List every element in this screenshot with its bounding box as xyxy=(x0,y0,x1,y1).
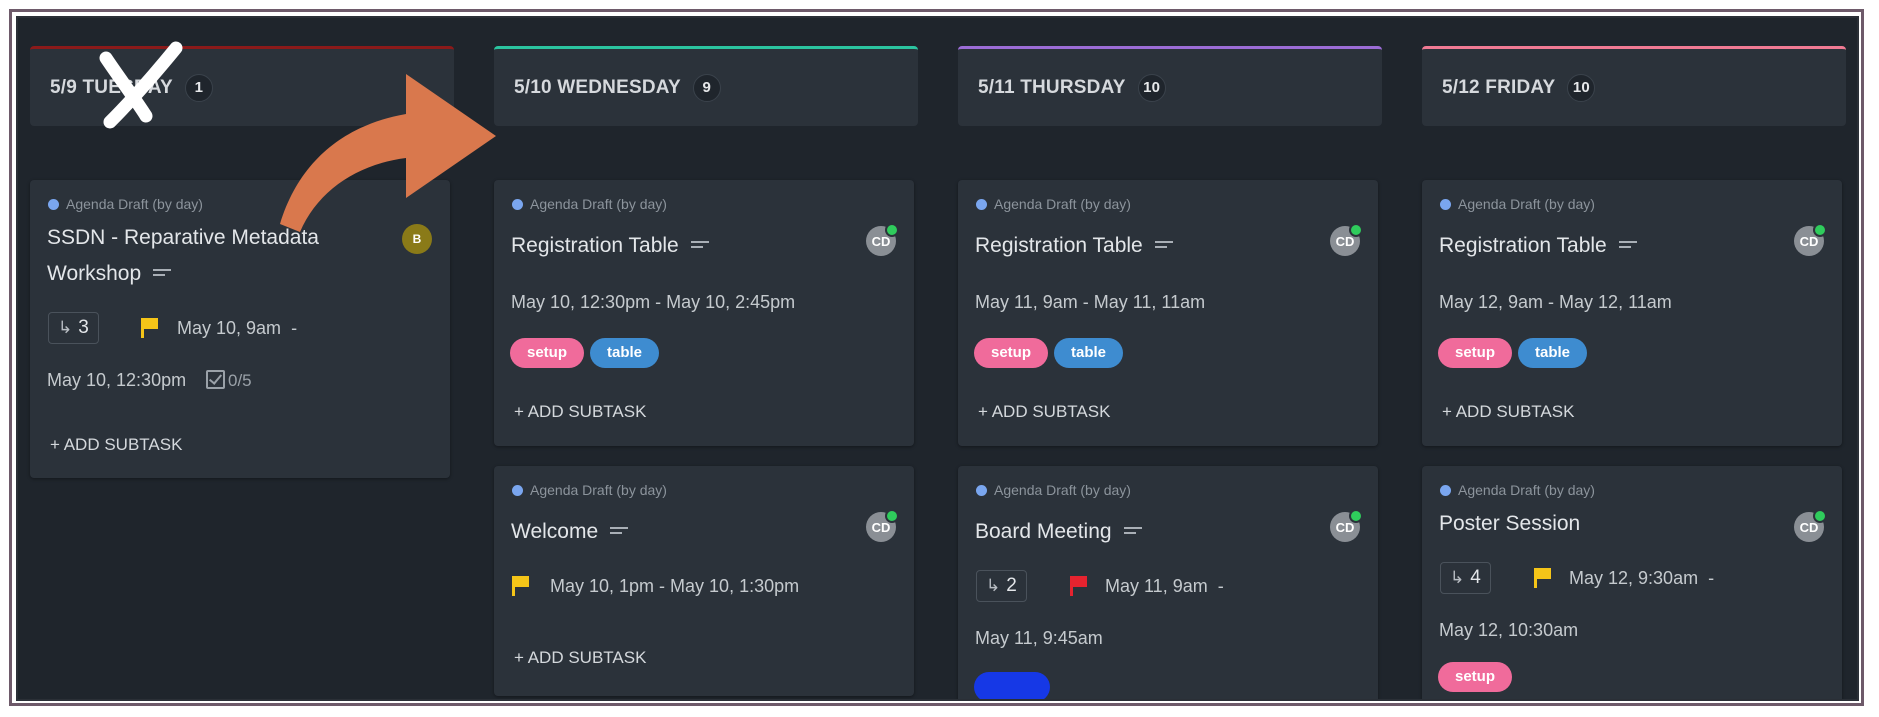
column-count: 9 xyxy=(692,73,721,102)
tag-setup[interactable]: setup xyxy=(974,338,1049,368)
online-status-icon xyxy=(885,223,899,237)
task-title[interactable]: Poster Session xyxy=(1439,506,1580,542)
column-title: 5/9 TUESDAY xyxy=(50,76,173,98)
start-date[interactable]: May 11, 9am - xyxy=(1105,576,1224,597)
description-icon xyxy=(610,527,629,537)
column-tuesday: 5/9 TUESDAY 1 Agenda Draft (by day) SSDN… xyxy=(30,46,454,478)
assignee-avatar[interactable]: CD xyxy=(866,223,899,256)
column-count: 10 xyxy=(1137,73,1166,102)
list-label: Agenda Draft (by day) xyxy=(1440,196,1595,212)
online-status-icon xyxy=(1349,509,1363,523)
task-title[interactable]: SSDN - Reparative Metadata Workshop xyxy=(47,220,319,292)
list-label: Agenda Draft (by day) xyxy=(1440,482,1595,498)
list-dot-icon xyxy=(512,198,523,210)
task-title[interactable]: Registration Table xyxy=(1439,228,1637,264)
subtask-icon: ↳ xyxy=(986,576,1001,595)
list-dot-icon xyxy=(48,198,59,210)
tag-setup[interactable]: setup xyxy=(1438,338,1513,368)
task-card[interactable]: Agenda Draft (by day) SSDN - Reparative … xyxy=(30,180,450,478)
flag-icon[interactable] xyxy=(512,576,530,596)
assignee-avatar[interactable]: CD xyxy=(1330,509,1363,542)
add-subtask-button[interactable]: + ADD SUBTASK xyxy=(50,435,182,455)
assignee-avatar[interactable]: B xyxy=(402,224,432,254)
task-title[interactable]: Registration Table xyxy=(975,228,1173,264)
tag-table[interactable]: table xyxy=(1518,338,1588,368)
subtask-count[interactable]: ↳ 4 xyxy=(1440,562,1491,594)
list-label: Agenda Draft (by day) xyxy=(976,482,1131,498)
column-thursday: 5/11 THURSDAY 10 Agenda Draft (by day) R… xyxy=(958,46,1382,699)
task-card[interactable]: Agenda Draft (by day) Board Meeting CD ↳… xyxy=(958,466,1378,699)
date-range[interactable]: May 12, 9am - May 12, 11am xyxy=(1439,292,1672,313)
assignee-avatar[interactable]: CD xyxy=(1794,223,1827,256)
tag-setup[interactable]: setup xyxy=(510,338,585,368)
flag-icon[interactable] xyxy=(1534,568,1552,588)
checkbox-icon xyxy=(206,370,225,389)
flag-icon[interactable] xyxy=(1070,576,1088,596)
add-subtask-button[interactable]: + ADD SUBTASK xyxy=(514,402,646,422)
description-icon xyxy=(1154,241,1173,251)
due-date[interactable]: May 10, 12:30pm xyxy=(47,370,186,391)
column-count: 10 xyxy=(1567,73,1596,102)
tag-blue[interactable] xyxy=(974,672,1050,699)
description-icon xyxy=(1123,527,1142,537)
start-date[interactable]: May 10, 9am - xyxy=(177,318,297,339)
list-label: Agenda Draft (by day) xyxy=(48,196,203,212)
description-icon xyxy=(690,241,709,251)
column-header[interactable]: 5/9 TUESDAY 1 xyxy=(30,46,454,126)
assignee-avatar[interactable]: CD xyxy=(866,509,899,542)
list-label: Agenda Draft (by day) xyxy=(976,196,1131,212)
tag-table[interactable]: table xyxy=(1054,338,1124,368)
subtask-icon: ↳ xyxy=(58,318,73,337)
description-icon xyxy=(153,269,172,279)
tag-table[interactable]: table xyxy=(590,338,660,368)
column-title: 5/10 WEDNESDAY xyxy=(514,76,681,98)
subtask-icon: ↳ xyxy=(1450,568,1465,587)
description-icon xyxy=(1618,241,1637,251)
online-status-icon xyxy=(1813,509,1827,523)
task-card[interactable]: Agenda Draft (by day) Poster Session CD … xyxy=(1422,466,1842,699)
task-title[interactable]: Registration Table xyxy=(511,228,709,264)
flag-icon[interactable] xyxy=(141,318,159,338)
task-title[interactable]: Board Meeting xyxy=(975,514,1142,550)
board: 5/9 TUESDAY 1 Agenda Draft (by day) SSDN… xyxy=(16,16,1859,701)
list-dot-icon xyxy=(512,484,523,496)
task-card[interactable]: Agenda Draft (by day) Registration Table… xyxy=(958,180,1378,446)
due-date[interactable]: May 12, 10:30am xyxy=(1439,620,1578,641)
online-status-icon xyxy=(1813,223,1827,237)
assignee-avatar[interactable]: CD xyxy=(1794,509,1827,542)
online-status-icon xyxy=(1349,223,1363,237)
assignee-avatar[interactable]: CD xyxy=(1330,223,1363,256)
column-count: 1 xyxy=(184,73,213,102)
checklist-count[interactable]: 0/5 xyxy=(206,370,252,391)
task-card[interactable]: Agenda Draft (by day) Registration Table… xyxy=(1422,180,1842,446)
column-header[interactable]: 5/10 WEDNESDAY 9 xyxy=(494,46,918,126)
task-card[interactable]: Agenda Draft (by day) Registration Table… xyxy=(494,180,914,446)
date-range[interactable]: May 10, 12:30pm - May 10, 2:45pm xyxy=(511,292,795,313)
tag-setup[interactable]: setup xyxy=(1438,662,1513,692)
column-title: 5/11 THURSDAY xyxy=(978,76,1126,98)
add-subtask-button[interactable]: + ADD SUBTASK xyxy=(1442,402,1574,422)
add-subtask-button[interactable]: + ADD SUBTASK xyxy=(978,402,1110,422)
start-date[interactable]: May 12, 9:30am - xyxy=(1569,568,1714,589)
list-dot-icon xyxy=(976,198,987,210)
subtask-count[interactable]: ↳ 3 xyxy=(48,312,99,344)
list-dot-icon xyxy=(1440,484,1451,496)
list-dot-icon xyxy=(1440,198,1451,210)
column-title: 5/12 FRIDAY xyxy=(1442,76,1556,98)
column-header[interactable]: 5/11 THURSDAY 10 xyxy=(958,46,1382,126)
column-header[interactable]: 5/12 FRIDAY 10 xyxy=(1422,46,1846,126)
list-label: Agenda Draft (by day) xyxy=(512,482,667,498)
date-range[interactable]: May 10, 1pm - May 10, 1:30pm xyxy=(550,576,799,597)
online-status-icon xyxy=(885,509,899,523)
list-dot-icon xyxy=(976,484,987,496)
column-friday: 5/12 FRIDAY 10 Agenda Draft (by day) Reg… xyxy=(1422,46,1846,699)
add-subtask-button[interactable]: + ADD SUBTASK xyxy=(514,648,646,668)
list-label: Agenda Draft (by day) xyxy=(512,196,667,212)
column-wednesday: 5/10 WEDNESDAY 9 Agenda Draft (by day) R… xyxy=(494,46,918,696)
date-range[interactable]: May 11, 9am - May 11, 11am xyxy=(975,292,1205,313)
task-card[interactable]: Agenda Draft (by day) Welcome CD May 10,… xyxy=(494,466,914,696)
subtask-count[interactable]: ↳ 2 xyxy=(976,570,1027,602)
due-date[interactable]: May 11, 9:45am xyxy=(975,628,1103,649)
task-title[interactable]: Welcome xyxy=(511,514,629,550)
